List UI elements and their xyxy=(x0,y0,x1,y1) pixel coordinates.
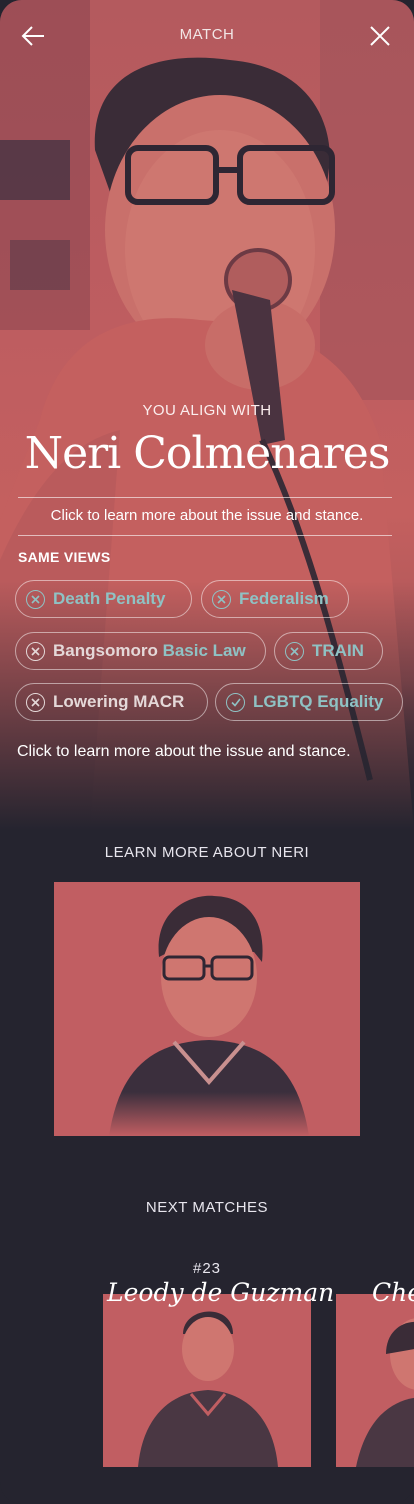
learn-more-hint[interactable]: Click to learn more about the issue and … xyxy=(0,507,414,524)
issue-label-part1: Bangsomoro xyxy=(53,641,163,660)
match-photo xyxy=(103,1294,311,1467)
issue-label: TRAIN xyxy=(312,641,364,660)
match-name: Leody de Guzman xyxy=(107,1278,335,1307)
same-views-label: SAME VIEWS xyxy=(18,549,111,565)
next-matches-title: NEXT MATCHES xyxy=(145,1199,269,1216)
divider xyxy=(18,497,392,498)
issue-chip-lgbtq-equality[interactable]: LGBTQ Equality xyxy=(215,683,403,721)
issue-chip-lowering-macr[interactable]: Lowering MACR xyxy=(15,683,208,721)
learn-more-title: LEARN MORE ABOUT NERI xyxy=(104,844,310,861)
next-match-card[interactable]: Che xyxy=(336,1260,414,1470)
match-name: Che xyxy=(372,1278,414,1307)
issue-label: Bangsomoro Basic Law xyxy=(53,641,246,661)
divider xyxy=(18,535,392,536)
issue-label: LGBTQ Equality xyxy=(253,692,384,711)
issue-chip-death-penalty[interactable]: Death Penalty xyxy=(15,580,192,618)
align-label: YOU ALIGN WITH xyxy=(142,402,272,419)
x-circle-icon xyxy=(26,692,45,712)
issue-chip-bangsomoro-basic-law[interactable]: Bangsomoro Basic Law xyxy=(15,632,266,670)
x-circle-icon xyxy=(26,589,45,609)
candidate-name: Neri Colmenares xyxy=(24,428,391,479)
x-circle-icon xyxy=(212,589,231,609)
issue-label: Federalism xyxy=(239,589,329,608)
issue-label: Lowering MACR xyxy=(53,692,185,711)
check-circle-icon xyxy=(226,692,245,712)
next-match-card[interactable]: #23 Leody de Guzman xyxy=(103,1260,334,1470)
issue-label-part2: Basic Law xyxy=(162,641,246,660)
match-rank: #23 xyxy=(192,1260,222,1277)
x-circle-icon xyxy=(26,641,45,661)
x-circle-icon xyxy=(285,641,304,661)
issue-chip-train[interactable]: TRAIN xyxy=(274,632,383,670)
page-title: MATCH xyxy=(179,26,235,43)
candidate-portrait[interactable] xyxy=(54,882,360,1136)
top-bar: MATCH xyxy=(0,14,414,58)
close-icon[interactable] xyxy=(364,20,396,52)
issue-label: Death Penalty xyxy=(53,589,166,608)
match-photo xyxy=(336,1294,414,1467)
issue-chip-federalism[interactable]: Federalism xyxy=(201,580,349,618)
learn-more-hint-bottom[interactable]: Click to learn more about the issue and … xyxy=(17,743,351,761)
hero-section: MATCH YOU ALIGN WITH Neri Colmenares Cli… xyxy=(0,0,414,830)
match-page: MATCH YOU ALIGN WITH Neri Colmenares Cli… xyxy=(0,0,414,1504)
